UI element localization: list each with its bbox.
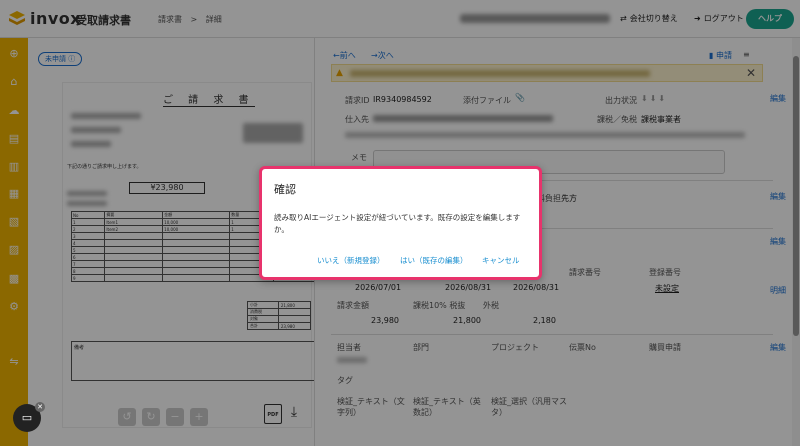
- dialog-title: 確認: [274, 183, 296, 196]
- cancel-button[interactable]: キャンセル: [482, 255, 520, 266]
- confirm-dialog: 確認 読み取りAIエージェント設定が紐づいています。既存の設定を編集しますか。 …: [259, 166, 542, 280]
- no-new-register-button[interactable]: いいえ（新規登録）: [317, 255, 385, 266]
- yes-edit-existing-button[interactable]: はい（既存の編集）: [400, 255, 468, 266]
- chat-close-icon[interactable]: ✕: [35, 402, 45, 412]
- dialog-message: 読み取りAIエージェント設定が紐づいています。既存の設定を編集しますか。: [274, 213, 521, 234]
